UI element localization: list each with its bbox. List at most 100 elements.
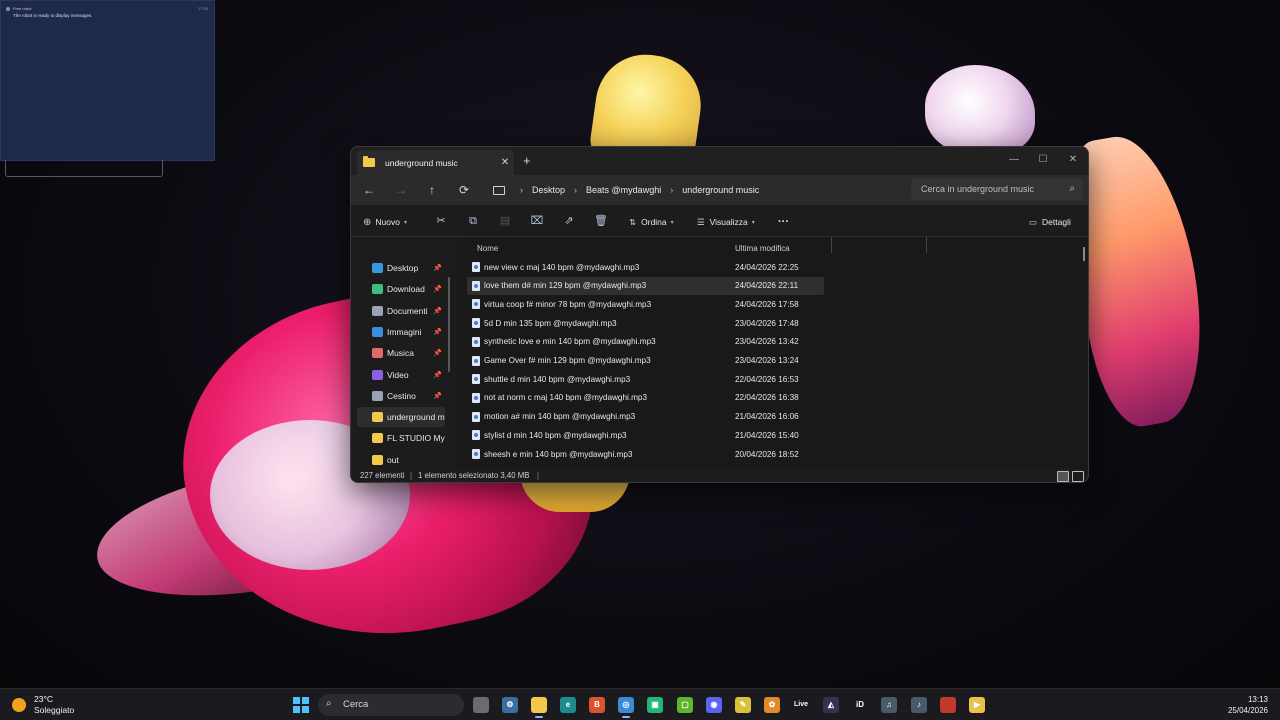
- maximize-button[interactable]: ☐: [1028, 149, 1058, 171]
- file-row[interactable]: love them d# min 129 bpm @mydawghi.mp3 24…: [467, 276, 824, 295]
- sidebar-item[interactable]: Video 📌: [357, 365, 445, 385]
- sidebar-item[interactable]: Download 📌: [357, 279, 445, 299]
- sidebar-item[interactable]: Desktop 📌: [357, 258, 445, 278]
- taskbar-search[interactable]: ⌕ Cerca: [318, 694, 464, 716]
- up-button[interactable]: ↑: [424, 182, 440, 198]
- file-explorer-window[interactable]: underground music ✕ + — ☐ ✕ ← → ↑ ⟳ › De…: [350, 146, 1089, 483]
- file-row[interactable]: new view c maj 140 bpm @mydawghi.mp3 24/0…: [467, 258, 824, 276]
- sidebar-item-label: out: [387, 454, 399, 465]
- column-divider[interactable]: [926, 237, 927, 253]
- plus-circle-icon: ⊕: [363, 216, 372, 228]
- file-row[interactable]: 5d D min 135 bpm @mydawghi.mp3 23/04/2026…: [467, 314, 824, 332]
- file-row[interactable]: Game Over f# min 129 bpm @mydawghi.mp3 23…: [467, 352, 824, 370]
- copy-icon[interactable]: ⧉: [466, 214, 480, 228]
- chrome-icon[interactable]: ◎: [618, 697, 634, 718]
- sidebar-item[interactable]: Immagini 📌: [357, 322, 445, 342]
- audio-file-icon: [472, 355, 480, 366]
- minimize-button[interactable]: —: [999, 149, 1029, 171]
- app-icon[interactable]: [940, 697, 956, 713]
- file-row[interactable]: not at norm c maj 140 bpm @mydawghi.mp3 2…: [467, 389, 824, 407]
- nav-scrollbar[interactable]: [448, 277, 450, 372]
- status-separator: |: [410, 471, 413, 480]
- sidebar-item[interactable]: Cestino 📌: [357, 386, 445, 406]
- sidebar-item[interactable]: out: [357, 450, 445, 470]
- pin-icon: 📌: [433, 371, 442, 379]
- audio-file-icon: [472, 336, 480, 347]
- column-header-modified[interactable]: Ultima modifica: [735, 244, 790, 253]
- file-row[interactable]: synthetic love e min 140 bpm @mydawghi.m…: [467, 333, 824, 351]
- close-window-button[interactable]: ✕: [1058, 149, 1088, 171]
- file-row[interactable]: virtua coop f# minor 78 bpm @mydawghi.mp…: [467, 295, 824, 313]
- clock[interactable]: 13:13 25/04/2026: [1228, 694, 1268, 716]
- column-header-name[interactable]: Nome: [477, 244, 498, 253]
- search-icon: ⌕: [1069, 183, 1075, 194]
- more-options-button[interactable]: ···: [778, 214, 789, 230]
- message-window[interactable]: Free robot 17:55 The robot is ready to d…: [0, 0, 215, 161]
- breadcrumb[interactable]: › Desktop › Beats @mydawghi › undergroun…: [487, 179, 905, 201]
- details-view-button[interactable]: [1057, 471, 1069, 482]
- close-tab-icon[interactable]: ✕: [496, 157, 514, 168]
- tiles-view-button[interactable]: [1072, 471, 1084, 482]
- start-button[interactable]: [293, 697, 309, 713]
- weather-widget[interactable]: 23°C Soleggiato: [12, 694, 74, 716]
- settings-icon[interactable]: ⚙: [502, 697, 518, 713]
- sort-button[interactable]: ⇅ Ordina ▾: [629, 214, 674, 230]
- fl-studio-icon[interactable]: ✿: [764, 697, 780, 713]
- sidebar-item[interactable]: Musica 📌: [357, 343, 445, 363]
- izotope-icon[interactable]: iD: [852, 697, 868, 713]
- tab-underground-music[interactable]: underground music ✕: [357, 150, 514, 175]
- headset-icon[interactable]: ♪: [911, 697, 927, 713]
- pin-icon: 📌: [433, 286, 442, 294]
- file-list-scrollbar[interactable]: [1083, 247, 1085, 261]
- sidebar-item-label: Desktop: [387, 263, 419, 273]
- forward-button[interactable]: →: [393, 182, 409, 198]
- file-row[interactable]: sheesh e min 140 bpm @mydawghi.mp3 20/04/…: [467, 445, 824, 463]
- file-explorer-icon[interactable]: [531, 697, 547, 718]
- app-icon[interactable]: ✎: [735, 697, 751, 713]
- breadcrumb-desktop[interactable]: Desktop: [532, 185, 565, 195]
- paste-icon[interactable]: ▤: [498, 214, 512, 228]
- app-icon[interactable]: ▶: [969, 697, 985, 713]
- app-icon[interactable]: ◭: [823, 697, 839, 713]
- breadcrumb-underground-music[interactable]: underground music: [682, 185, 759, 195]
- new-tab-button[interactable]: +: [523, 153, 531, 168]
- pin-icon: 📌: [433, 350, 442, 358]
- view-button[interactable]: ☰ Visualizza ▾: [697, 214, 755, 230]
- file-row[interactable]: stylist d min 140 bpm @mydawghi.mp3 21/04…: [467, 426, 824, 444]
- sidebar-item[interactable]: Documenti 📌: [357, 301, 445, 321]
- taskbar-search-label: Cerca: [343, 699, 369, 710]
- back-button[interactable]: ←: [361, 182, 377, 198]
- brave-icon[interactable]: B: [589, 697, 605, 713]
- app-icon[interactable]: ▣: [647, 697, 663, 713]
- edge-icon[interactable]: e: [560, 697, 576, 713]
- file-row[interactable]: motion a# min 140 bpm @mydawghi.mp3 21/04…: [467, 408, 824, 426]
- file-list: Nome Ultima modifica new view c maj 140 …: [457, 237, 1088, 469]
- breadcrumb-beats[interactable]: Beats @mydawghi: [586, 185, 661, 195]
- app-icon[interactable]: ▢: [677, 697, 693, 713]
- details-button[interactable]: ▭ Dettagli: [1029, 214, 1071, 230]
- column-divider[interactable]: [831, 237, 832, 253]
- sun-icon: [12, 698, 26, 712]
- file-row[interactable]: shuttle d min 140 bpm @mydawghi.mp3 22/04…: [467, 370, 824, 388]
- search-input[interactable]: Cerca in underground music ⌕: [911, 178, 1083, 200]
- sidebar-item-icon: [372, 305, 383, 316]
- audio-file-icon: [472, 411, 480, 422]
- task-view-icon[interactable]: [473, 697, 489, 713]
- discord-icon[interactable]: ◉: [706, 697, 722, 713]
- ableton-live-icon[interactable]: Live: [793, 697, 809, 713]
- sidebar-item[interactable]: underground m: [357, 407, 445, 428]
- headset-icon[interactable]: ♫: [881, 697, 897, 713]
- cut-icon[interactable]: ✂: [434, 214, 448, 228]
- file-name: virtua coop f# minor 78 bpm @mydawghi.mp…: [484, 299, 652, 309]
- sort-icon: ⇅: [629, 216, 637, 227]
- sidebar-item[interactable]: FL STUDIO My D: [357, 428, 445, 448]
- new-button[interactable]: ⊕ Nuovo ▾: [363, 214, 407, 230]
- command-bar: ⊕ Nuovo ▾ ✂ ⧉ ▤ ⌧ ⇗ 🗑 ⇅ Ordina ▾ ☰ Visua…: [351, 205, 1088, 237]
- audio-file-icon: [472, 318, 480, 329]
- rename-icon[interactable]: ⌧: [530, 214, 544, 228]
- message-sender: Free robot: [13, 6, 32, 11]
- delete-icon[interactable]: 🗑: [594, 214, 608, 228]
- file-modified-date: 23/04/2026 13:42: [735, 337, 799, 347]
- refresh-button[interactable]: ⟳: [456, 182, 472, 198]
- share-icon[interactable]: ⇗: [562, 214, 576, 228]
